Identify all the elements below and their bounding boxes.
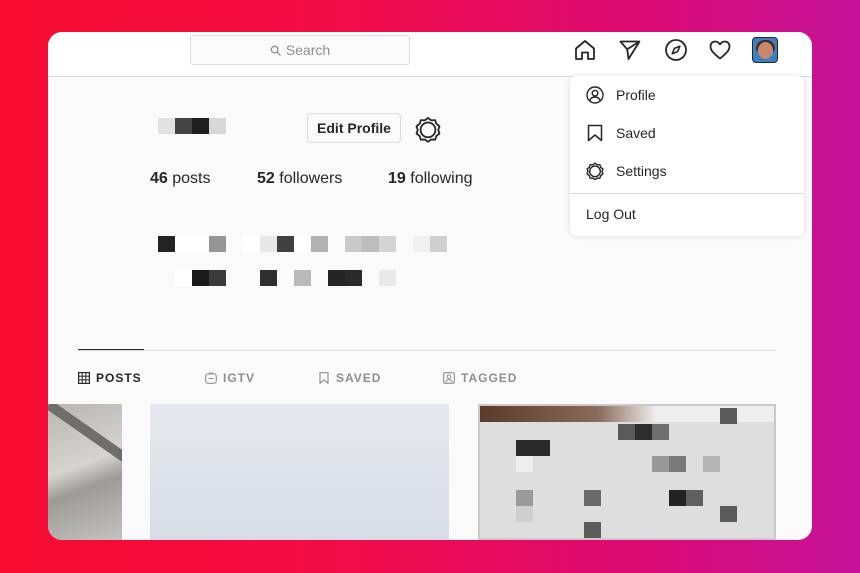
profile-dropdown-menu: Profile Saved Settings Log Out <box>570 76 804 236</box>
bookmark-icon <box>587 124 603 142</box>
tab-igtv[interactable]: IGTV <box>205 371 255 385</box>
menu-item-profile[interactable]: Profile <box>586 86 656 104</box>
direct-icon[interactable] <box>618 38 642 62</box>
bio-blurred <box>158 236 447 252</box>
post-thumbnail[interactable] <box>48 404 122 540</box>
top-bar: Search <box>48 32 812 77</box>
explore-icon[interactable] <box>664 38 688 62</box>
profile-icon <box>586 86 604 104</box>
active-tab-indicator <box>78 349 144 350</box>
grid-icon <box>78 372 90 384</box>
tab-posts[interactable]: POSTS <box>78 371 142 385</box>
avatar[interactable] <box>752 37 778 63</box>
tab-saved[interactable]: SAVED <box>318 371 381 385</box>
tabs-divider <box>78 350 776 351</box>
search-icon <box>270 45 281 56</box>
app-window: Search Edit Profile 46 posts 52 follower… <box>48 32 812 540</box>
bookmark-icon <box>319 372 329 384</box>
logout-button[interactable]: Log Out <box>586 206 636 222</box>
search-input[interactable]: Search <box>190 35 410 65</box>
username-blurred <box>158 118 226 134</box>
menu-divider <box>570 193 804 194</box>
post-thumbnail[interactable] <box>150 404 449 540</box>
igtv-icon <box>205 372 217 384</box>
tagged-icon <box>443 372 455 384</box>
menu-item-saved[interactable]: Saved <box>586 124 656 142</box>
gear-icon <box>586 162 604 180</box>
posts-count: 46 posts <box>150 170 211 187</box>
following-count[interactable]: 19 following <box>388 170 473 188</box>
bio-blurred-line2 <box>158 270 396 286</box>
menu-item-settings[interactable]: Settings <box>586 162 667 180</box>
gear-icon[interactable] <box>414 115 442 143</box>
edit-profile-button[interactable]: Edit Profile <box>307 113 401 143</box>
tab-tagged[interactable]: TAGGED <box>443 371 517 385</box>
search-placeholder: Search <box>285 42 331 58</box>
activity-icon[interactable] <box>708 38 732 62</box>
home-icon[interactable] <box>573 38 597 62</box>
followers-count[interactable]: 52 followers <box>257 170 342 188</box>
post-thumbnail[interactable] <box>478 404 776 540</box>
